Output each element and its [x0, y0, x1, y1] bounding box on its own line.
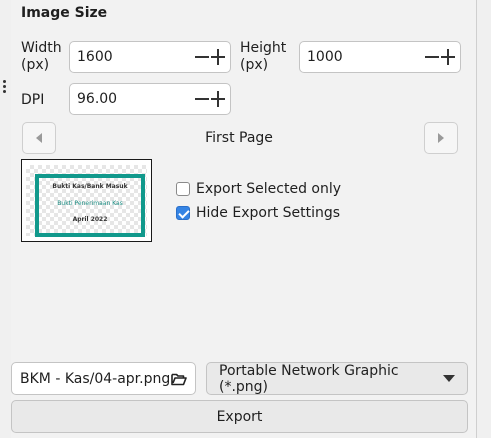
- height-field[interactable]: 1000: [299, 41, 461, 73]
- format-dropdown[interactable]: Portable Network Graphic (*.png): [206, 362, 468, 395]
- height-decrement-button[interactable]: [424, 47, 440, 67]
- width-increment-button[interactable]: [210, 47, 226, 67]
- width-input[interactable]: 1600: [70, 49, 194, 65]
- dpi-field[interactable]: 96.00: [69, 83, 231, 115]
- checkbox-checked-icon[interactable]: [176, 206, 190, 220]
- drag-handle[interactable]: [3, 80, 6, 95]
- preview-subtitle: Bukti Penerimaan Kas: [57, 200, 123, 207]
- transparency-background: Bukti Kas/Bank Masuk Bukti Penerimaan Ka…: [26, 165, 147, 237]
- chevron-right-icon: [438, 133, 444, 143]
- width-label: Width (px): [21, 40, 62, 73]
- height-label: Height (px): [240, 40, 287, 73]
- dpi-label: DPI: [21, 92, 45, 108]
- export-selected-only-label: Export Selected only: [196, 181, 342, 197]
- filename-label: BKM - Kas/04-apr.png: [20, 370, 171, 387]
- filename-button[interactable]: BKM - Kas/04-apr.png: [11, 362, 196, 395]
- dpi-increment-button[interactable]: [210, 89, 226, 109]
- preview-frame: Bukti Kas/Bank Masuk Bukti Penerimaan Ka…: [35, 174, 145, 237]
- section-title: Image Size: [21, 5, 108, 21]
- page-preview: Bukti Kas/Bank Masuk Bukti Penerimaan Ka…: [21, 159, 152, 242]
- height-input[interactable]: 1000: [300, 49, 424, 65]
- format-label: Portable Network Graphic (*.png): [219, 362, 399, 395]
- width-decrement-button[interactable]: [194, 47, 210, 67]
- next-page-button[interactable]: [424, 122, 458, 154]
- page-name: First Page: [205, 130, 273, 146]
- export-button[interactable]: Export: [11, 400, 468, 433]
- preview-title: Bukti Kas/Bank Masuk: [52, 183, 128, 190]
- height-increment-button[interactable]: [440, 47, 456, 67]
- chevron-left-icon: [36, 133, 42, 143]
- checkbox-unchecked-icon[interactable]: [176, 182, 190, 196]
- panel-divider: [476, 0, 477, 438]
- hide-export-settings-label: Hide Export Settings: [196, 205, 341, 221]
- folder-open-icon: [171, 373, 187, 385]
- hide-export-settings-checkbox[interactable]: Hide Export Settings: [176, 205, 340, 221]
- dpi-input[interactable]: 96.00: [70, 91, 194, 107]
- previous-page-button[interactable]: [22, 122, 56, 154]
- dpi-decrement-button[interactable]: [194, 89, 210, 109]
- export-selected-only-checkbox[interactable]: Export Selected only: [176, 181, 341, 197]
- preview-date: April 2022: [72, 216, 108, 223]
- width-field[interactable]: 1600: [69, 41, 231, 73]
- chevron-down-icon: [443, 375, 455, 382]
